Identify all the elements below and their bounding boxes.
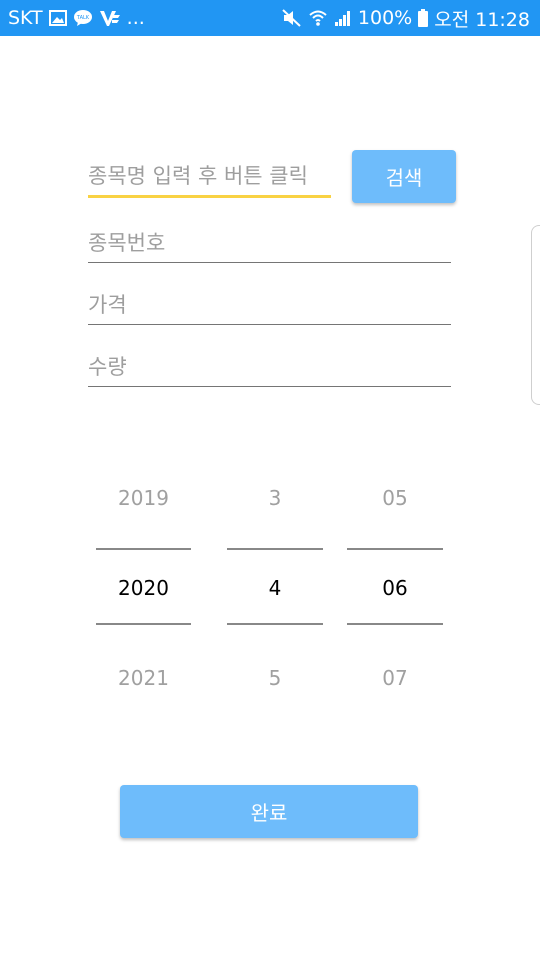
done-button[interactable]: 완료 <box>120 785 418 838</box>
status-bar-left: SKT TALK ... <box>8 7 151 29</box>
year-selected[interactable]: 2020 <box>96 576 191 600</box>
battery-percent: 100% <box>357 7 413 29</box>
gallery-icon <box>48 10 67 26</box>
day-next[interactable]: 07 <box>347 666 443 690</box>
battery-icon <box>418 9 429 27</box>
month-divider-top <box>227 548 323 550</box>
month-selected[interactable]: 4 <box>227 576 323 600</box>
month-picker[interactable]: 3 4 5 <box>227 470 323 710</box>
edge-panel-handle[interactable] <box>531 225 540 405</box>
day-prev[interactable]: 05 <box>347 486 443 510</box>
signal-icon <box>334 9 352 27</box>
month-divider-bottom <box>227 623 323 625</box>
stock-number-input[interactable]: 종목번호 <box>88 228 451 263</box>
day-divider-top <box>347 548 443 550</box>
day-selected[interactable]: 06 <box>347 576 443 600</box>
wifi-icon <box>308 9 328 27</box>
month-next[interactable]: 5 <box>227 666 323 690</box>
price-input[interactable]: 가격 <box>88 290 451 325</box>
year-divider-bottom <box>96 623 191 625</box>
day-picker[interactable]: 05 06 07 <box>347 470 443 710</box>
quantity-input[interactable]: 수량 <box>88 352 451 387</box>
day-divider-bottom <box>347 623 443 625</box>
carrier-label: SKT <box>8 7 43 29</box>
year-divider-top <box>96 548 191 550</box>
clock: 오전 11:28 <box>434 8 530 31</box>
year-picker[interactable]: 2019 2020 2021 <box>96 470 191 710</box>
status-bar-right: 100% 오전 11:28 <box>282 5 530 32</box>
stock-name-input[interactable]: 종목명 입력 후 버튼 클릭 <box>88 161 331 198</box>
mute-icon <box>282 9 302 27</box>
kakaotalk-icon: TALK <box>73 9 93 27</box>
month-prev[interactable]: 3 <box>227 486 323 510</box>
status-bar: SKT TALK ... 100% 오전 11:28 <box>0 0 540 36</box>
year-next[interactable]: 2021 <box>96 666 191 690</box>
more-notifications: ... <box>126 7 145 29</box>
year-prev[interactable]: 2019 <box>96 486 191 510</box>
search-button[interactable]: 검색 <box>352 150 456 203</box>
svg-text:TALK: TALK <box>76 15 90 21</box>
app-notification-icon <box>99 9 121 27</box>
